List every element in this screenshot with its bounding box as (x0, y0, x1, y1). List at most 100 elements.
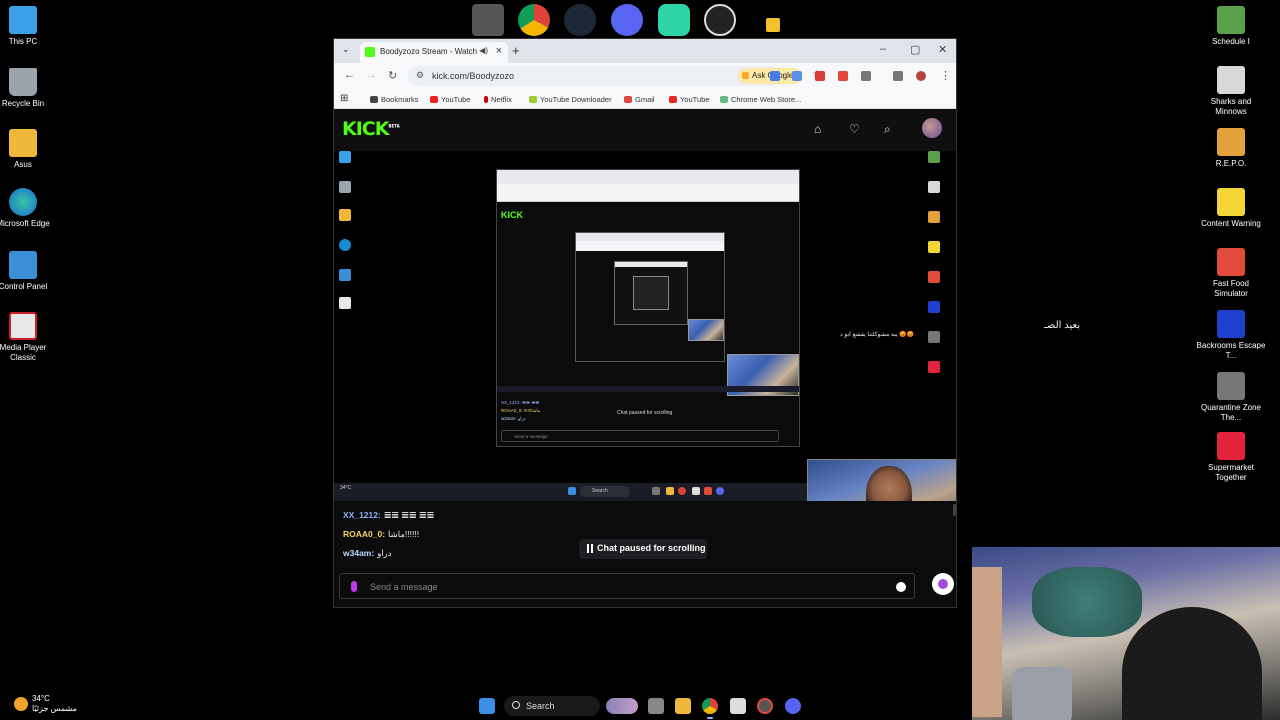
desktop-icon-sharks[interactable]: Sharks and Minnows (1196, 66, 1266, 117)
content-warning-icon (1217, 188, 1245, 216)
chat-text: دراو (377, 548, 392, 558)
extension-icon[interactable] (815, 71, 825, 81)
shield-icon[interactable] (766, 18, 780, 32)
desktop-icon-content-warning[interactable]: Content Warning (1196, 188, 1266, 229)
file-explorer-icon[interactable] (675, 698, 691, 714)
this-pc-icon (9, 6, 37, 34)
streamlabs-icon[interactable] (658, 4, 690, 36)
desktop-icon-repo[interactable]: R.E.P.O. (1196, 128, 1266, 169)
mini-icon (334, 151, 357, 164)
microphone-icon[interactable] (351, 581, 357, 592)
bookmark-item[interactable]: Bookmarks (370, 95, 419, 104)
search-icon[interactable]: ⌕ (884, 122, 891, 137)
backrooms-icon (1217, 310, 1245, 338)
bookmark-item[interactable]: YouTube Downloader (529, 95, 612, 104)
chat-message[interactable]: w34am: دراو (343, 548, 392, 559)
reload-icon[interactable]: ↻ (388, 69, 397, 82)
taskbar-search-label: Search (526, 701, 555, 711)
desktop-icon-recycle-bin[interactable]: Recycle Bin (0, 68, 58, 109)
nested-toolbar (497, 184, 799, 194)
discord-icon[interactable] (611, 4, 643, 36)
bookmark-item[interactable]: Gmail (624, 95, 655, 104)
desktop-icon-control-panel[interactable]: Control Panel (0, 251, 58, 292)
stream-weather: 34°C (340, 485, 352, 491)
maximize-icon[interactable]: ▢ (910, 43, 920, 56)
forward-icon[interactable]: → (366, 69, 377, 81)
new-tab-icon[interactable]: + (512, 43, 520, 58)
kick-header: KICKBETA ⌂ ♡ ⌕ (334, 109, 956, 151)
user-avatar[interactable] (922, 118, 942, 138)
bookmark-item[interactable]: Chrome Web Store... (720, 95, 801, 104)
chat-message[interactable]: ROAA0_0: ماشا!!!!!! (343, 529, 419, 540)
desktop-icon-this-pc[interactable]: This PC (0, 6, 58, 47)
bookmark-item[interactable]: Netflix (484, 95, 512, 104)
streamer-webcam (807, 459, 956, 501)
steam-icon[interactable] (564, 4, 596, 36)
kick-logo[interactable]: KICKBETA (342, 118, 400, 140)
minimize-icon[interactable]: – (880, 43, 886, 55)
store-taskbar-icon[interactable] (730, 698, 746, 714)
browser-window: ⌄ Boodyzozo Stream - Watch ◀) × + – ▢ ✕ … (333, 38, 957, 608)
chat-bubble-icon[interactable] (932, 573, 954, 595)
extension-icon[interactable] (770, 71, 780, 81)
reading-list-icon[interactable] (893, 71, 903, 81)
heart-icon[interactable]: ♡ (849, 122, 860, 136)
menu-icon[interactable]: ⋮ (940, 69, 951, 82)
tab-strip: ⌄ Boodyzozo Stream - Watch ◀) × + – ▢ ✕ (334, 39, 956, 63)
chat-message[interactable]: XX_1212: 𝌆𝌆 𝌆𝌆 𝌆𝌆 (343, 510, 434, 521)
desktop-icon-schedule[interactable]: Schedule I (1196, 6, 1266, 47)
taskbar-search[interactable]: Search (504, 696, 600, 716)
unity-icon[interactable] (472, 4, 504, 36)
close-window-icon[interactable]: ✕ (938, 43, 947, 56)
scrollbar[interactable] (953, 504, 956, 516)
emoji-icon[interactable] (896, 582, 906, 592)
store-icon[interactable]: ⌂ (814, 122, 821, 136)
translate-icon[interactable] (792, 71, 802, 81)
quarantine-icon (1217, 372, 1245, 400)
obs-icon[interactable] (704, 4, 736, 36)
task-view-icon[interactable] (648, 698, 664, 714)
taskbar-widget-icon[interactable] (606, 698, 638, 714)
browser-tab[interactable]: Boodyzozo Stream - Watch ◀) × (360, 42, 508, 63)
site-info-icon[interactable]: ⚙ (416, 70, 424, 81)
chat-input[interactable]: Send a message (339, 573, 915, 599)
bookmark-item[interactable]: YouTube (669, 95, 709, 104)
chrome-icon[interactable] (518, 4, 550, 36)
back-icon[interactable]: ← (344, 69, 355, 81)
chrome-taskbar-icon[interactable] (702, 698, 718, 714)
desktop-icon-backrooms[interactable]: Backrooms Escape T... (1196, 310, 1266, 361)
bookmark-item[interactable]: YouTube (430, 95, 470, 104)
mini-icon (922, 361, 946, 374)
extension-icon[interactable] (838, 71, 848, 81)
desktop-icon-asus[interactable]: Asus (0, 129, 58, 170)
bookmark-label: Gmail (635, 95, 655, 104)
desktop-icon-label: Quarantine Zone The... (1200, 403, 1262, 422)
weather-widget[interactable]: 34°C مشمس جزئيًا (14, 694, 77, 714)
tab-search-chevron-icon[interactable]: ⌄ (342, 44, 350, 55)
chat-paused-button[interactable]: Chat paused for scrolling (579, 539, 707, 559)
desktop-icon-fast-food[interactable]: Fast Food Simulator (1196, 248, 1266, 299)
desktop-icon-label: Fast Food Simulator (1212, 279, 1249, 298)
folder-icon (9, 129, 37, 157)
tab-close-icon[interactable]: × (496, 45, 502, 57)
chat-username[interactable]: XX_1212: (343, 510, 381, 520)
windows-start-icon[interactable] (479, 698, 495, 714)
desktop-icon-supermarket[interactable]: Supermarket Together (1196, 432, 1266, 483)
desktop-icon-quarantine[interactable]: Quarantine Zone The... (1196, 372, 1266, 423)
chat-username[interactable]: ROAA0_0: (343, 529, 385, 539)
desktop-icon-edge[interactable]: Microsoft Edge (0, 188, 58, 229)
stream-video[interactable]: KICK XX_1212: 𝌆𝌆 𝌆𝌆 ROAA0_0: !!!!!!ماشا (334, 151, 956, 501)
chat-username[interactable]: w34am: (343, 548, 374, 558)
desktop-icon-label: Supermarket Together (1208, 463, 1254, 482)
desktop-icon-media-player[interactable]: Media Player Classic (0, 312, 58, 363)
profile-avatar[interactable] (916, 71, 926, 81)
app-taskbar-icon[interactable] (757, 698, 773, 714)
puzzle-icon[interactable] (861, 71, 871, 81)
discord-taskbar-icon[interactable] (785, 698, 801, 714)
address-bar[interactable]: ⚙ kick.com/Boodyzozo Ask Google ☆ (408, 66, 821, 86)
nested-chat-line: w34am: دراو (501, 416, 526, 421)
apps-icon[interactable]: ⊞ (340, 93, 348, 104)
speaker-icon[interactable]: ◀) (479, 46, 488, 55)
browser-toolbar: ← → ↻ ⚙ kick.com/Boodyzozo Ask Google ☆ … (334, 63, 956, 89)
taskbar-app-icon (692, 487, 700, 495)
